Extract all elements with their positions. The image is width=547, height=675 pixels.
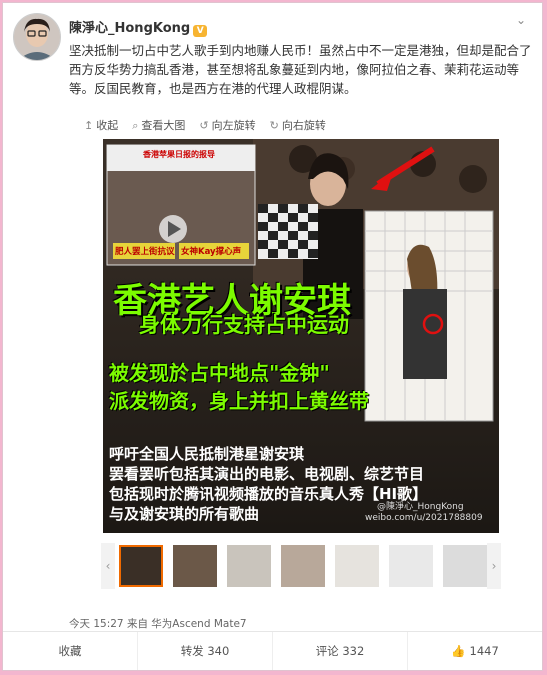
- thumbs-up-icon: 👍: [451, 644, 466, 658]
- action-bar: 收藏 转发 340 评论 332 👍 1447: [3, 631, 542, 670]
- collapse-arrow-icon: ↥: [84, 119, 94, 132]
- weibo-post-card: 陳淨心_HongKong V ⌄ 坚决抵制一切占中艺人歌手到内地赚人民币！虽然占中…: [2, 2, 543, 671]
- rotate-right-label: 向右旋转: [281, 119, 326, 132]
- post-text: 坚决抵制一切占中艺人歌手到内地赚人民币！虽然占中不一定是港独，但却是配合了西方反…: [69, 43, 532, 96]
- like-button[interactable]: 👍 1447: [407, 632, 542, 670]
- image-line-3: 呼吁全国人民抵制港星谢安琪: [109, 445, 305, 463]
- chevron-down-icon[interactable]: ⌄: [516, 13, 530, 27]
- view-large-button[interactable]: ⌕ 查看大图: [132, 117, 185, 133]
- image-subhead: 身体力行支持占中运动: [139, 313, 349, 337]
- magnify-icon: ⌕: [132, 119, 139, 132]
- thumbnail-6[interactable]: [389, 545, 433, 587]
- thumbnail-3[interactable]: [227, 545, 271, 587]
- inset-caption: 肥人罢上街抗议: [115, 247, 175, 257]
- rotate-left-button[interactable]: ↺ 向左旋转: [199, 117, 255, 133]
- thumb-next-button[interactable]: ›: [487, 543, 501, 589]
- rotate-left-label: 向左旋转: [211, 119, 256, 132]
- rotate-right-button[interactable]: ↻ 向右旋转: [270, 117, 326, 133]
- image-line-4: 罢看罢听包括其演出的电影、电视剧、综艺节目: [109, 465, 425, 483]
- comment-button[interactable]: 评论 332: [272, 632, 407, 670]
- thumbnail-5[interactable]: [335, 545, 379, 587]
- favorite-button[interactable]: 收藏: [3, 632, 137, 670]
- image-watermark-url: weibo.com/u/2021788809: [365, 513, 483, 523]
- thumbnail-strip: ‹ ›: [101, 543, 501, 599]
- repost-label: 转发 340: [180, 644, 230, 658]
- rotate-right-icon: ↻: [269, 119, 279, 132]
- image-line-6: 与及谢安琪的所有歌曲: [109, 505, 260, 523]
- post-meta: 今天 15:27 来自 华为Ascend Mate7: [69, 616, 247, 631]
- collapse-label: 收起: [96, 119, 119, 132]
- inset-caption-2: 女神Kay撑心声: [181, 247, 242, 257]
- repost-button[interactable]: 转发 340: [137, 632, 272, 670]
- favorite-label: 收藏: [58, 644, 82, 658]
- comment-label: 评论 332: [315, 644, 365, 658]
- inset-title: 香港苹果日报的报导: [143, 150, 215, 159]
- author-name[interactable]: 陳淨心_HongKong V: [69, 17, 208, 37]
- author-avatar[interactable]: [13, 13, 61, 61]
- image-toolbar: ↥ 收起 ⌕ 查看大图 ↺ 向左旋转 ↻ 向右旋转: [84, 117, 326, 133]
- like-count: 1447: [469, 644, 499, 658]
- thumb-prev-button[interactable]: ‹: [101, 543, 115, 589]
- thumbnail-7[interactable]: [443, 545, 487, 587]
- collapse-button[interactable]: ↥ 收起: [84, 117, 118, 133]
- rotate-left-icon: ↺: [199, 119, 209, 132]
- thumbnail-1[interactable]: [119, 545, 163, 587]
- post-source: 来自 华为Ascend Mate7: [126, 618, 247, 630]
- thumbnail-2[interactable]: [173, 545, 217, 587]
- post-image[interactable]: 香港苹果日报的报导 肥人罢上街抗议 女神Kay撑心声 香港艺人谢安琪 身体力行支…: [103, 139, 499, 533]
- thumbnail-4[interactable]: [281, 545, 325, 587]
- image-line-1: 被发现於占中地点"金钟": [109, 361, 330, 385]
- author-name-text[interactable]: 陳淨心_HongKong: [69, 21, 190, 36]
- image-line-2: 派发物资，身上并扣上黄丝带: [109, 389, 369, 413]
- post-time[interactable]: 今天 15:27: [69, 618, 124, 630]
- vip-badge-icon: V: [193, 25, 208, 37]
- image-watermark: @陳淨心_HongKong: [377, 502, 464, 512]
- view-large-label: 查看大图: [141, 119, 186, 132]
